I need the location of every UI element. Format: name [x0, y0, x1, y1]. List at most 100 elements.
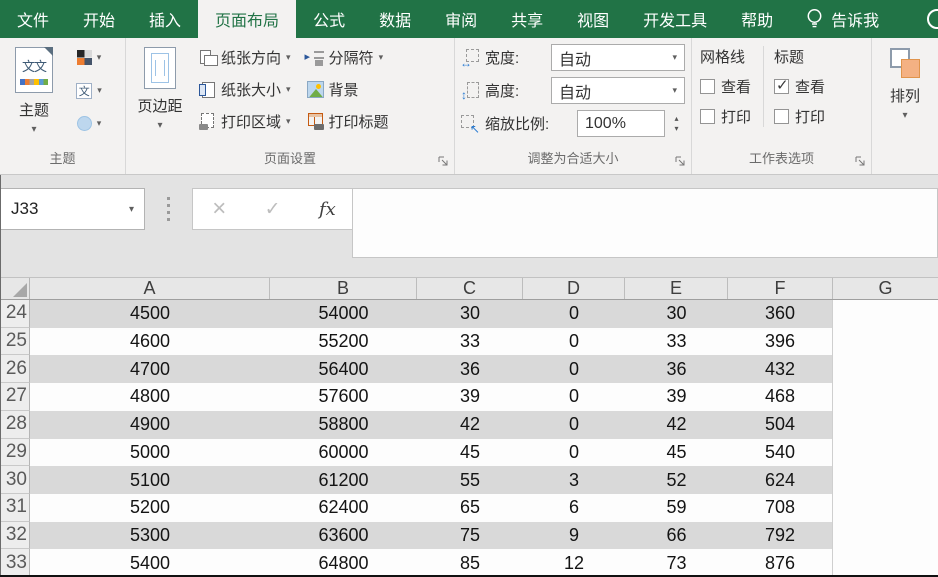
row-header-31[interactable]: 31 [0, 494, 30, 522]
cell-E27[interactable]: 39 [625, 383, 728, 411]
cell-B30[interactable]: 61200 [270, 466, 417, 494]
print-titles-button[interactable]: 打印标题 [304, 107, 392, 136]
cell-A30[interactable]: 5100 [30, 466, 270, 494]
cell-A29[interactable]: 5000 [30, 439, 270, 467]
row-header-29[interactable]: 29 [0, 439, 30, 467]
cell-G33[interactable] [833, 549, 938, 577]
tab-view[interactable]: 视图 [560, 0, 626, 38]
cell-G26[interactable] [833, 355, 938, 383]
cell-D26[interactable]: 0 [523, 355, 625, 383]
width-select[interactable]: 自动▾ [551, 44, 685, 71]
cell-G29[interactable] [833, 439, 938, 467]
headings-print-checkbox[interactable] [774, 109, 789, 124]
cell-F26[interactable]: 432 [728, 355, 833, 383]
cell-A26[interactable]: 4700 [30, 355, 270, 383]
headings-view-checkbox[interactable] [774, 79, 789, 94]
cell-C33[interactable]: 85 [417, 549, 523, 577]
tab-home[interactable]: 开始 [66, 0, 132, 38]
cell-E24[interactable]: 30 [625, 300, 728, 328]
cell-G28[interactable] [833, 411, 938, 439]
name-box[interactable]: J33 ▾ [0, 188, 145, 230]
scale-input[interactable]: 100% [577, 110, 665, 137]
cell-D28[interactable]: 0 [523, 411, 625, 439]
cell-C32[interactable]: 75 [417, 522, 523, 550]
column-header-B[interactable]: B [270, 278, 417, 299]
cell-B25[interactable]: 55200 [270, 328, 417, 356]
cell-C27[interactable]: 39 [417, 383, 523, 411]
height-select[interactable]: 自动▾ [551, 77, 685, 104]
cell-F32[interactable]: 792 [728, 522, 833, 550]
tab-data[interactable]: 数据 [362, 0, 428, 38]
cell-F30[interactable]: 624 [728, 466, 833, 494]
cell-G30[interactable] [833, 466, 938, 494]
tab-insert[interactable]: 插入 [132, 0, 198, 38]
cell-A25[interactable]: 4600 [30, 328, 270, 356]
cell-A32[interactable]: 5300 [30, 522, 270, 550]
arrange-button[interactable]: 排列 ▾ [875, 42, 935, 121]
cell-E28[interactable]: 42 [625, 411, 728, 439]
column-header-E[interactable]: E [625, 278, 728, 299]
cell-B31[interactable]: 62400 [270, 494, 417, 522]
theme-fonts-button[interactable]: ▾ [66, 76, 112, 105]
cell-D31[interactable]: 6 [523, 494, 625, 522]
cell-B26[interactable]: 56400 [270, 355, 417, 383]
tell-me[interactable]: 告诉我 [796, 0, 889, 38]
tab-file[interactable]: 文件 [0, 0, 66, 38]
cell-A31[interactable]: 5200 [30, 494, 270, 522]
cell-F24[interactable]: 360 [728, 300, 833, 328]
cell-F29[interactable]: 540 [728, 439, 833, 467]
cell-E29[interactable]: 45 [625, 439, 728, 467]
cell-E31[interactable]: 59 [625, 494, 728, 522]
cell-F33[interactable]: 876 [728, 549, 833, 577]
dropdown-arrow-icon[interactable]: ▾ [129, 204, 134, 215]
tab-page-layout[interactable]: 页面布局 [198, 0, 296, 38]
dialog-launcher-icon[interactable] [438, 156, 449, 167]
breaks-button[interactable]: 分隔符▾ [304, 43, 392, 72]
gridlines-print-checkbox[interactable] [700, 109, 715, 124]
print-area-button[interactable]: 打印区域▾ [196, 107, 294, 136]
cell-C28[interactable]: 42 [417, 411, 523, 439]
cell-D29[interactable]: 0 [523, 439, 625, 467]
row-header-30[interactable]: 30 [0, 466, 30, 494]
tab-formulas[interactable]: 公式 [296, 0, 362, 38]
gridlines-print-row[interactable]: 打印 [700, 105, 751, 127]
theme-effects-button[interactable]: ▾ [66, 109, 112, 138]
cell-B33[interactable]: 64800 [270, 549, 417, 577]
cell-A27[interactable]: 4800 [30, 383, 270, 411]
cell-A28[interactable]: 4900 [30, 411, 270, 439]
cell-E32[interactable]: 66 [625, 522, 728, 550]
row-header-32[interactable]: 32 [0, 522, 30, 550]
cell-B29[interactable]: 60000 [270, 439, 417, 467]
cell-E30[interactable]: 52 [625, 466, 728, 494]
formula-bar-handle[interactable] [167, 197, 170, 222]
cell-E25[interactable]: 33 [625, 328, 728, 356]
tab-share[interactable]: 共享 [494, 0, 560, 38]
cell-C24[interactable]: 30 [417, 300, 523, 328]
tab-help[interactable]: 帮助 [724, 0, 790, 38]
row-header-27[interactable]: 27 [0, 383, 30, 411]
cell-C31[interactable]: 65 [417, 494, 523, 522]
cell-G25[interactable] [833, 328, 938, 356]
insert-function-icon[interactable]: fx [319, 199, 336, 220]
gridlines-view-row[interactable]: 查看 [700, 75, 751, 97]
row-header-24[interactable]: 24 [0, 300, 30, 328]
cell-E26[interactable]: 36 [625, 355, 728, 383]
cell-D24[interactable]: 0 [523, 300, 625, 328]
cell-F31[interactable]: 708 [728, 494, 833, 522]
row-header-28[interactable]: 28 [0, 411, 30, 439]
row-header-25[interactable]: 25 [0, 328, 30, 356]
cell-C30[interactable]: 55 [417, 466, 523, 494]
cell-C25[interactable]: 33 [417, 328, 523, 356]
enter-icon[interactable]: ✓ [265, 198, 281, 221]
select-all-corner[interactable] [0, 278, 30, 299]
orientation-button[interactable]: 纸张方向▾ [196, 43, 294, 72]
cell-G32[interactable] [833, 522, 938, 550]
cell-C29[interactable]: 45 [417, 439, 523, 467]
cell-F28[interactable]: 504 [728, 411, 833, 439]
column-header-D[interactable]: D [523, 278, 625, 299]
margins-button[interactable]: 页边距 ▾ [130, 42, 190, 131]
cell-B27[interactable]: 57600 [270, 383, 417, 411]
cell-B24[interactable]: 54000 [270, 300, 417, 328]
tab-review[interactable]: 审阅 [428, 0, 494, 38]
theme-colors-button[interactable]: ▾ [66, 43, 112, 72]
